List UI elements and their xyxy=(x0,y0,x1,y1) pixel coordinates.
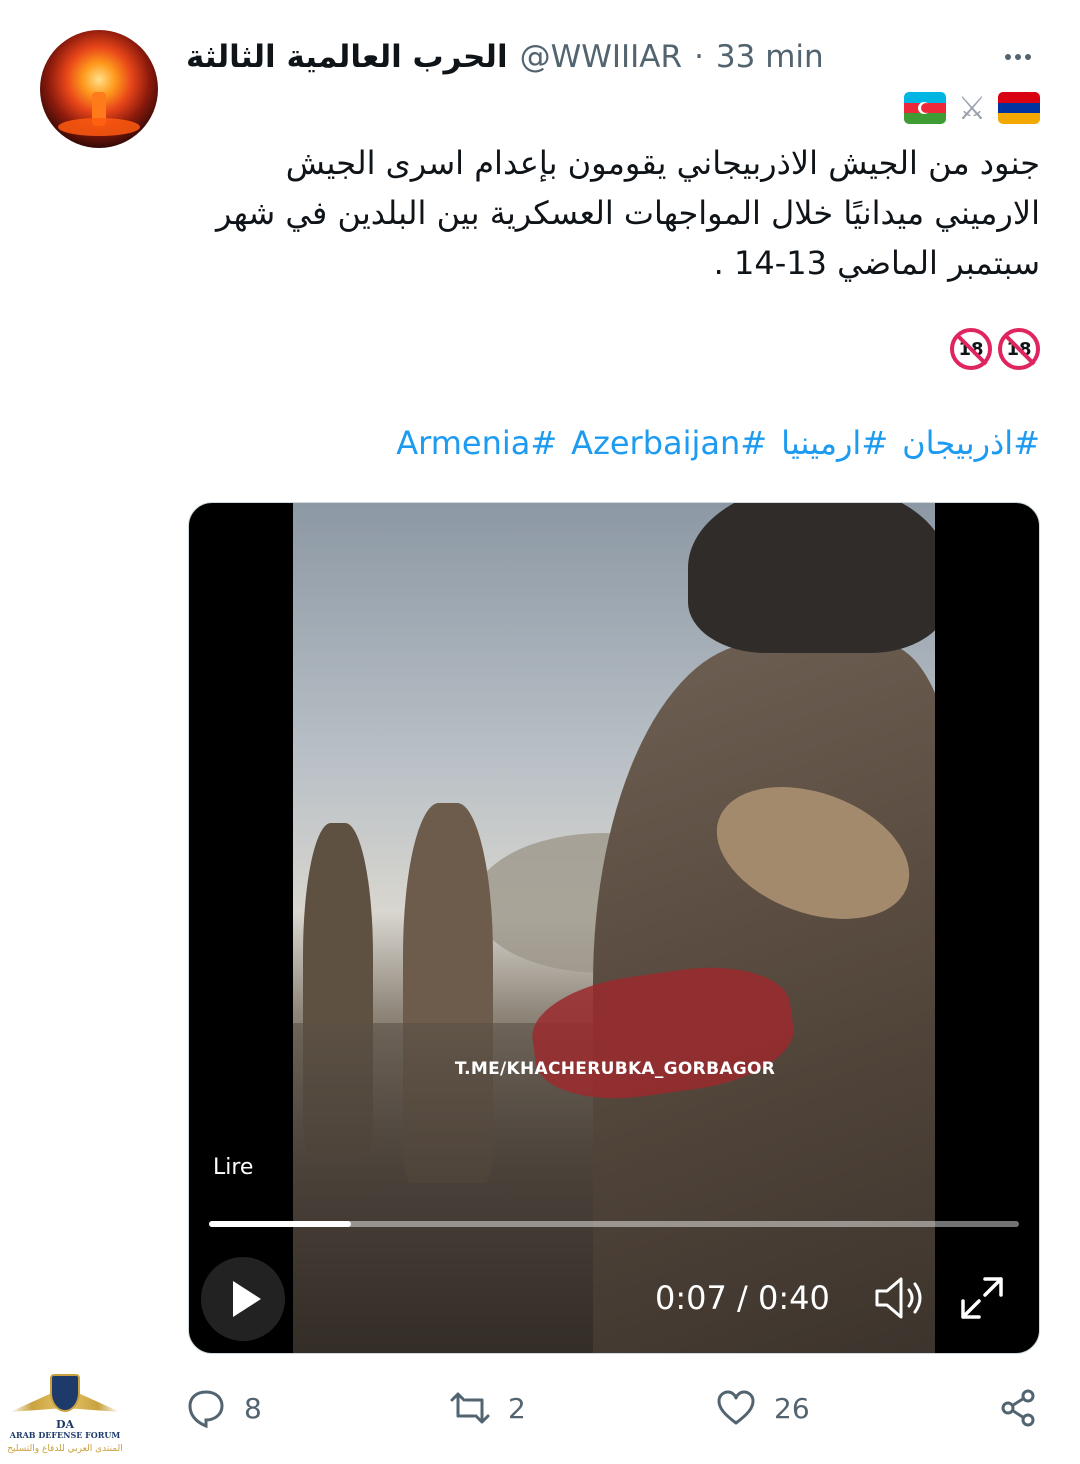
header-separator: · xyxy=(694,39,704,75)
tweet-time[interactable]: 33 min xyxy=(716,39,824,75)
expand-icon[interactable] xyxy=(957,1273,1007,1323)
crossed-swords-icon: ⚔ xyxy=(957,89,987,127)
shield-emblem xyxy=(50,1374,80,1412)
tweet-text-line: الارميني ميدانيًا خلال المواجهات العسكري… xyxy=(215,194,1040,232)
more-dots-icon[interactable] xyxy=(996,40,1040,74)
mushroom-cloud-base xyxy=(58,118,140,136)
like-count: 26 xyxy=(774,1391,810,1425)
progress-fill xyxy=(209,1221,351,1227)
display-name[interactable]: الحرب العالمية الثالثة xyxy=(186,39,508,75)
retweet-icon xyxy=(450,1392,490,1424)
tweet-header: الحرب العالمية الثالثة @WWIIIAR · 33 min xyxy=(186,34,824,80)
duration: 0:40 xyxy=(757,1279,830,1317)
action-bar: 8 2 26 xyxy=(0,1380,1080,1440)
hashtag-link[interactable]: #Azerbaijan xyxy=(571,424,767,462)
play-icon[interactable] xyxy=(201,1257,285,1341)
armenia-flag-icon xyxy=(998,92,1040,124)
share-icon xyxy=(1001,1389,1035,1427)
reply-button[interactable]: 8 xyxy=(186,1388,262,1428)
hashtag-link[interactable]: #ارمينيا xyxy=(781,424,888,462)
user-handle[interactable]: @WWIIIAR xyxy=(520,39,682,75)
azerbaijan-flag-icon xyxy=(904,92,946,124)
age-restriction-badges: 18 18 xyxy=(950,328,1040,370)
no-under-18-icon: 18 xyxy=(950,328,992,370)
video-timecode: 0:07 / 0:40 xyxy=(655,1279,830,1317)
video-player[interactable]: T.ME/KHACHERUBKA_GORBAGOR Lire 0:07 / 0:… xyxy=(188,502,1040,1354)
tweet-text-line: سبتمبر الماضي 13-14 . xyxy=(713,244,1040,282)
heart-icon xyxy=(717,1390,755,1425)
logo-name-ar: المنتدى العربي للدفاع والتسليح xyxy=(7,1444,123,1454)
avatar[interactable] xyxy=(40,30,158,148)
emoji-flags: ⚔ xyxy=(904,88,1040,128)
reply-count: 8 xyxy=(244,1391,262,1425)
reply-bubble-icon xyxy=(188,1390,224,1428)
hashtags: #اذربيجان #ارمينيا #Azerbaijan #Armenia xyxy=(396,424,1040,462)
tweet-text: جنود من الجيش الاذربيجاني يقومون بإعدام … xyxy=(190,138,1040,288)
speaker-icon[interactable] xyxy=(873,1275,927,1321)
retweet-count: 2 xyxy=(508,1391,526,1425)
video-watermark: T.ME/KHACHERUBKA_GORBAGOR xyxy=(454,1059,776,1079)
hashtag-link[interactable]: #Armenia xyxy=(396,424,557,462)
share-button[interactable] xyxy=(998,1388,1038,1428)
progress-bar[interactable] xyxy=(209,1221,1019,1227)
play-label: Lire xyxy=(213,1155,254,1180)
tweet-text-line: جنود من الجيش الاذربيجاني يقومون بإعدام … xyxy=(285,144,1040,182)
helmet xyxy=(688,503,935,653)
no-under-18-icon: 18 xyxy=(998,328,1040,370)
forum-watermark-logo: DA ARAB DEFENSE FORUM المنتدى العربي للد… xyxy=(6,1370,124,1464)
hashtag-link[interactable]: #اذربيجان xyxy=(902,424,1040,462)
like-button[interactable]: 26 xyxy=(716,1388,810,1428)
logo-name-en: ARAB DEFENSE FORUM xyxy=(9,1430,121,1440)
time-separator: / xyxy=(726,1279,758,1317)
retweet-button[interactable]: 2 xyxy=(450,1388,526,1428)
current-time: 0:07 xyxy=(655,1279,727,1317)
